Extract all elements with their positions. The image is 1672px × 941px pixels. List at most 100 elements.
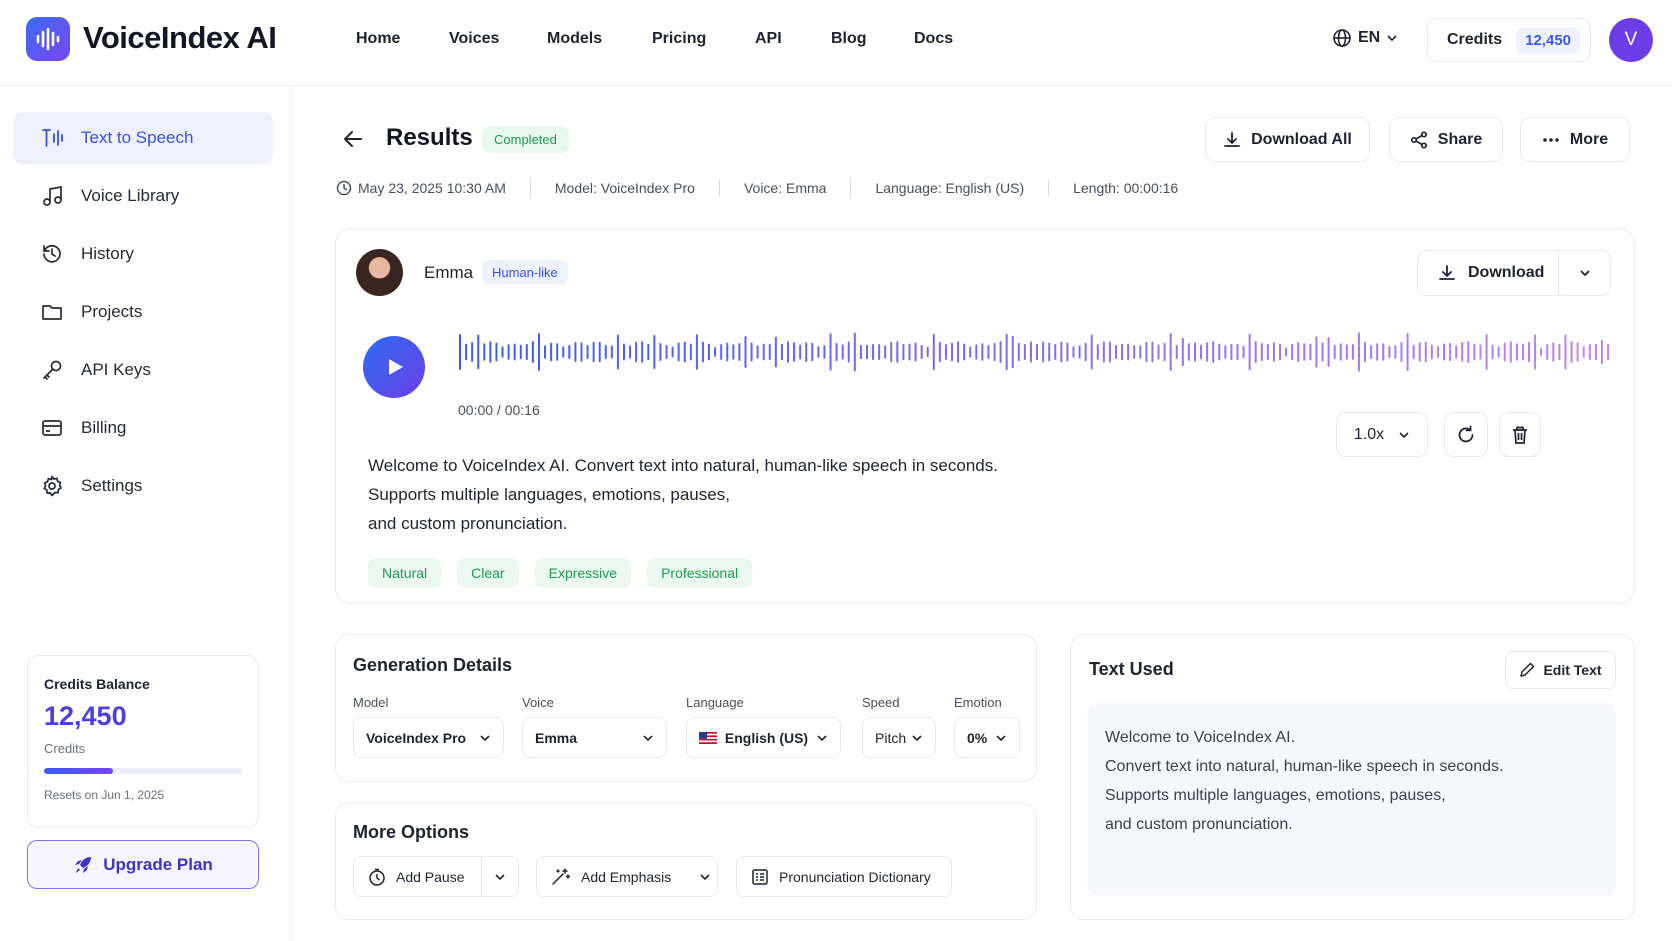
text-used-card: Text Used Edit Text Welcome to VoiceInde… — [1070, 634, 1635, 920]
download-all-button[interactable]: Download All — [1205, 117, 1370, 162]
nav-api[interactable]: API — [755, 30, 782, 48]
share-icon — [1410, 130, 1427, 149]
sidebar-item-text-to-speech[interactable]: Text to Speech — [13, 112, 273, 164]
more-button[interactable]: More — [1520, 117, 1630, 162]
nav-blog[interactable]: Blog — [831, 30, 867, 48]
balance-reset-date: Resets on Jun 1, 2025 — [44, 788, 165, 802]
delete-button[interactable] — [1499, 412, 1541, 457]
dictionary-icon — [752, 868, 768, 885]
download-icon — [1224, 131, 1241, 147]
voice-select[interactable]: Emma — [522, 717, 667, 758]
download-button[interactable]: Download — [1418, 251, 1559, 295]
status-badge: Completed — [482, 126, 569, 153]
balance-title: Credits Balance — [44, 676, 150, 692]
us-flag-icon — [699, 731, 717, 744]
pencil-icon — [1520, 662, 1535, 677]
globe-icon — [1333, 29, 1351, 47]
rocket-icon — [75, 856, 92, 873]
sidebar-item-voice-library[interactable]: Voice Library — [13, 170, 273, 222]
sidebar-item-label: Billing — [81, 418, 127, 437]
nav-models[interactable]: Models — [547, 30, 602, 48]
meta-divider — [529, 179, 531, 197]
user-avatar[interactable]: V — [1609, 18, 1653, 62]
meta-date: May 23, 2025 10:30 AM — [358, 180, 506, 196]
play-icon — [389, 359, 403, 375]
voice-name: Emma — [424, 263, 474, 282]
language-select[interactable]: English (US) — [686, 717, 841, 758]
brand-name[interactable]: VoiceIndex AI — [83, 20, 277, 56]
chevron-down-icon — [700, 873, 710, 880]
model-select[interactable]: VoiceIndex Pro — [353, 717, 504, 758]
tag-clear: Clear — [457, 558, 519, 588]
pronunciation-label: Pronunciation Dictionary — [779, 868, 931, 885]
credits-balance-card: Credits Balance 12,450 Credits Resets on… — [27, 655, 259, 828]
meta-length: Length: 00:00:16 — [1073, 180, 1179, 196]
download-options-dropdown[interactable] — [1559, 266, 1610, 280]
chevron-down-icon — [1579, 270, 1590, 277]
edit-text-button[interactable]: Edit Text — [1505, 651, 1616, 689]
main-content: Results Completed Download All Share Mor… — [292, 86, 1672, 941]
nav-voices[interactable]: Voices — [449, 30, 499, 48]
voice-avatar — [356, 249, 403, 296]
balance-value: 12,450 — [44, 701, 127, 731]
generation-details-card: Generation Details Model Voice Language … — [335, 634, 1037, 782]
emotion-label: Emotion — [954, 695, 1002, 710]
speed-select[interactable]: Pitch — [862, 717, 936, 758]
sidebar-item-settings[interactable]: Settings — [13, 460, 273, 512]
language-label: Language — [686, 695, 744, 710]
timer-icon — [369, 868, 385, 886]
add-pause-label: Add Pause — [396, 868, 465, 885]
add-pause-button[interactable]: Add Pause — [354, 857, 482, 896]
top-bar: VoiceIndex AI Home Voices Models Pricing… — [0, 0, 1672, 86]
credits-pill[interactable]: Credits 12,450 — [1427, 18, 1591, 62]
download-label: Download — [1468, 264, 1545, 281]
nav-docs[interactable]: Docs — [914, 30, 953, 48]
audio-player-card: Emma Human-like Download 00:00 / 00:16 1… — [335, 228, 1635, 604]
result-meta: May 23, 2025 10:30 AM Model: VoiceIndex … — [336, 179, 1178, 197]
download-icon — [1439, 265, 1455, 280]
model-label: Model — [353, 695, 389, 710]
text-to-speech-icon — [42, 129, 63, 147]
sidebar-item-api-keys[interactable]: API Keys — [13, 344, 273, 396]
share-label: Share — [1437, 130, 1483, 148]
sidebar-item-history[interactable]: History — [13, 228, 273, 280]
language-selector[interactable]: EN — [1332, 28, 1398, 48]
nav-pricing[interactable]: Pricing — [652, 30, 706, 48]
back-arrow-icon[interactable] — [342, 128, 364, 150]
tag-natural: Natural — [368, 558, 442, 588]
chevron-down-icon — [996, 734, 1006, 741]
credits-label: Credits — [1447, 31, 1503, 48]
sparkle-wand-icon — [552, 867, 571, 885]
language-value: English (US) — [724, 729, 809, 746]
chevron-down-icon — [1387, 35, 1397, 42]
refresh-icon — [1458, 425, 1474, 442]
text-line: and custom pronunciation. — [368, 514, 568, 533]
text-line: Supports multiple languages, emotions, p… — [368, 485, 730, 504]
play-button[interactable] — [363, 336, 425, 398]
logo-icon[interactable] — [26, 17, 70, 61]
pronunciation-dictionary-button[interactable]: Pronunciation Dictionary — [736, 856, 952, 897]
key-icon — [43, 360, 62, 380]
more-dots-icon — [1543, 137, 1559, 142]
playback-time: 00:00 / 00:16 — [458, 402, 540, 418]
chevron-down-icon — [495, 873, 505, 880]
more-options-title: More Options — [353, 822, 469, 842]
emotion-select[interactable]: 0% — [954, 717, 1020, 758]
regenerate-button[interactable] — [1444, 412, 1488, 457]
share-button[interactable]: Share — [1389, 117, 1503, 162]
generation-details-title: Generation Details — [353, 655, 513, 675]
sidebar-item-billing[interactable]: Billing — [13, 402, 273, 454]
upgrade-plan-button[interactable]: Upgrade Plan — [27, 840, 259, 889]
gear-icon — [43, 475, 62, 497]
add-pause-dropdown[interactable] — [482, 871, 518, 883]
more-options-card: More Options Add Pause Add Emphasis Pron… — [335, 803, 1037, 920]
add-emphasis-button[interactable]: Add Emphasis — [536, 856, 718, 897]
meta-language: Language: English (US) — [875, 180, 1025, 196]
speed-dropdown[interactable]: 1.0x — [1336, 412, 1428, 457]
nav-home[interactable]: Home — [356, 30, 400, 48]
audio-waveform[interactable] — [458, 321, 1610, 383]
credits-value: 12,450 — [1516, 26, 1581, 54]
chevron-down-icon — [643, 734, 653, 741]
sidebar-item-projects[interactable]: Projects — [13, 286, 273, 338]
edit-text-label: Edit Text — [1543, 662, 1602, 678]
